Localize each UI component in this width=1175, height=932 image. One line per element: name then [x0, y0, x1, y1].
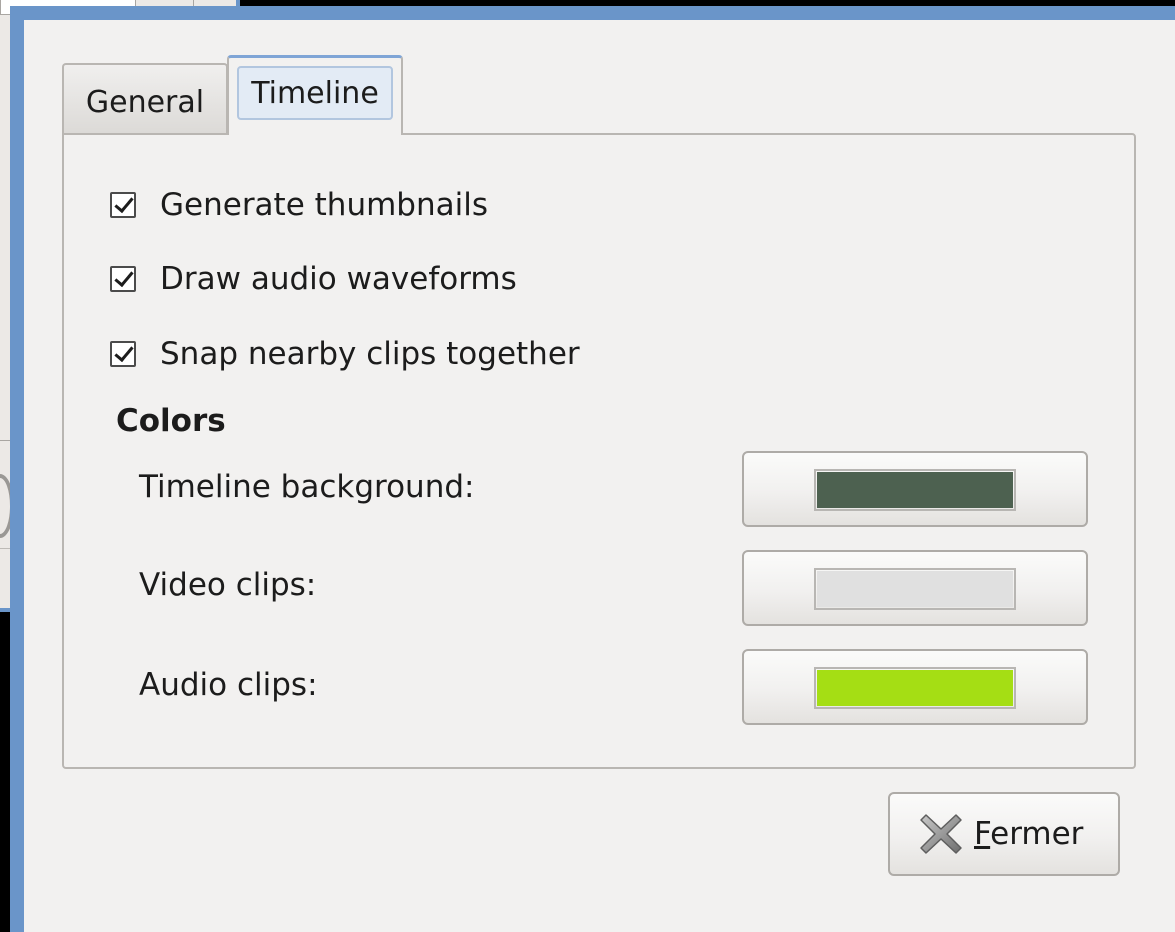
- audio-clips-label: Audio clips:: [139, 667, 318, 703]
- preferences-dialog: General Timeline Generate thumbnails Dra…: [10, 6, 1175, 932]
- video-clips-color-button[interactable]: [742, 550, 1088, 626]
- close-button-label: Fermer: [974, 816, 1083, 852]
- timeline-background-label: Timeline background:: [139, 469, 475, 505]
- audio-clips-swatch: [814, 667, 1016, 709]
- snap-clips-label: Snap nearby clips together: [160, 336, 580, 372]
- close-button-mnemonic: F: [974, 816, 991, 852]
- draw-audio-waveforms-option[interactable]: Draw audio waveforms: [110, 261, 517, 297]
- screen: General Timeline Generate thumbnails Dra…: [0, 0, 1175, 932]
- tab-focus-ring: Timeline: [237, 66, 393, 120]
- audio-clips-swatch-fill: [817, 670, 1013, 706]
- dialog-content: General Timeline Generate thumbnails Dra…: [24, 20, 1175, 932]
- close-button-label-rest: ermer: [990, 816, 1084, 852]
- tab-general[interactable]: General: [62, 63, 228, 133]
- video-clips-label: Video clips:: [139, 567, 317, 603]
- video-clips-swatch-fill: [817, 571, 1013, 607]
- timeline-background-swatch-fill: [817, 472, 1013, 508]
- snap-clips-checkbox[interactable]: [110, 341, 136, 367]
- draw-audio-waveforms-checkbox[interactable]: [110, 266, 136, 292]
- close-x-icon: [920, 814, 962, 854]
- tab-timeline-label: Timeline: [251, 75, 379, 111]
- generate-thumbnails-option[interactable]: Generate thumbnails: [110, 187, 488, 223]
- generate-thumbnails-checkbox[interactable]: [110, 192, 136, 218]
- colors-heading: Colors: [116, 403, 226, 439]
- timeline-background-color-button[interactable]: [742, 451, 1088, 527]
- timeline-tab-panel: Generate thumbnails Draw audio waveforms…: [62, 133, 1136, 769]
- timeline-background-swatch: [814, 469, 1016, 511]
- audio-clips-color-button[interactable]: [742, 649, 1088, 725]
- snap-clips-option[interactable]: Snap nearby clips together: [110, 336, 580, 372]
- tab-general-label: General: [85, 84, 205, 120]
- draw-audio-waveforms-label: Draw audio waveforms: [160, 261, 517, 297]
- video-clips-swatch: [814, 568, 1016, 610]
- generate-thumbnails-label: Generate thumbnails: [160, 187, 488, 223]
- tab-timeline[interactable]: Timeline: [227, 55, 403, 135]
- close-button[interactable]: Fermer: [888, 792, 1120, 876]
